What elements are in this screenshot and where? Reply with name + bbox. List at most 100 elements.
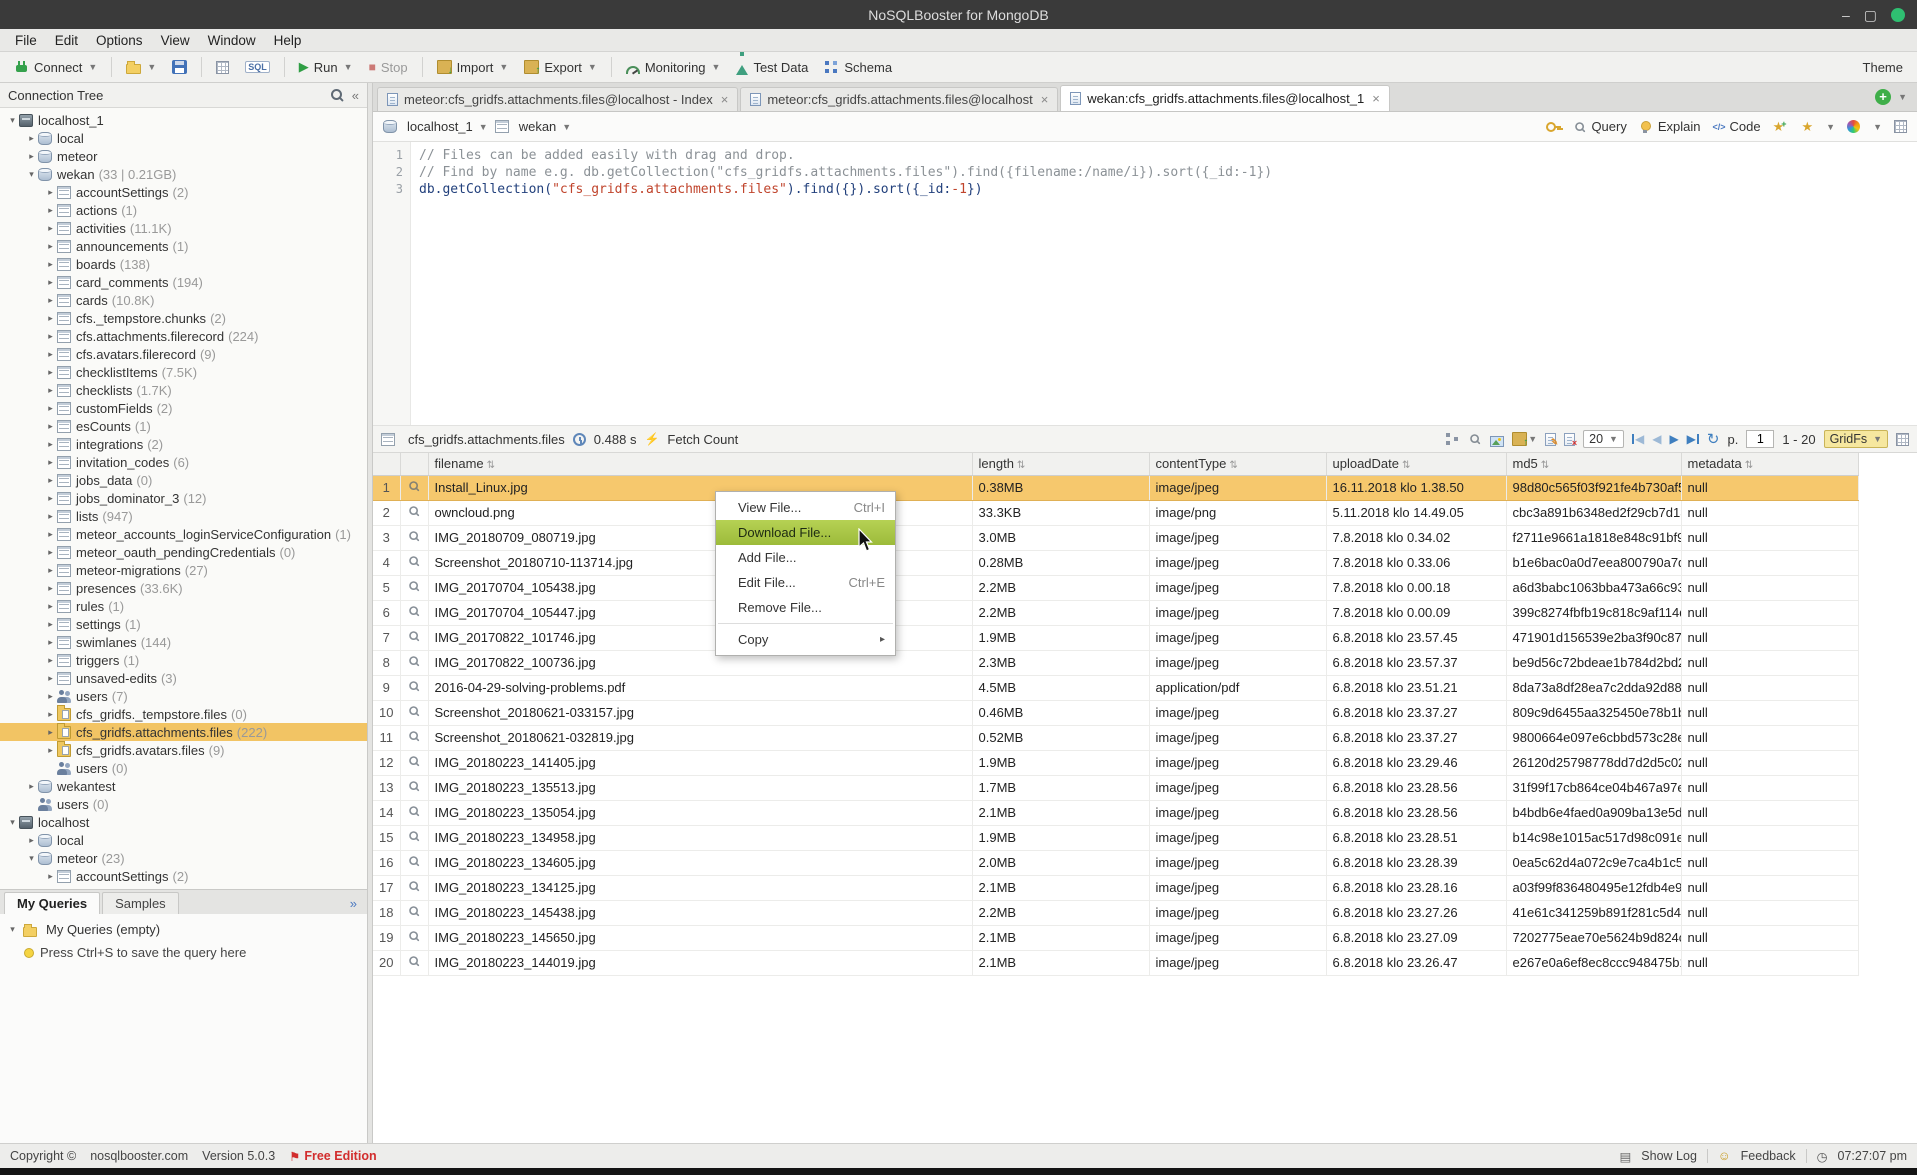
preview-icon[interactable] xyxy=(408,930,419,941)
tree-item-local[interactable]: ▸local xyxy=(0,129,367,147)
tree-toggle-icon[interactable]: ▸ xyxy=(44,439,57,450)
tree-toggle-icon[interactable]: ▸ xyxy=(44,565,57,576)
preview-icon[interactable] xyxy=(408,830,419,841)
menu-help[interactable]: Help xyxy=(265,31,311,50)
tree-toggle-icon[interactable]: ▸ xyxy=(44,475,57,486)
code-area[interactable]: // Files can be added easily with drag a… xyxy=(411,142,1272,425)
tree-toggle-icon[interactable]: ▸ xyxy=(44,187,57,198)
fetch-count-button[interactable]: Fetch Count xyxy=(667,432,738,447)
tree-toggle-icon[interactable]: ▸ xyxy=(25,133,38,144)
tree-toggle-icon[interactable]: ▸ xyxy=(44,277,57,288)
table-row[interactable]: 4Screenshot_20180710-113714.jpg0.28MBima… xyxy=(373,550,1858,575)
sort-icon[interactable]: ⇅ xyxy=(487,460,495,471)
tree-item-lists[interactable]: ▸lists(947) xyxy=(0,507,367,525)
preview-icon[interactable] xyxy=(408,555,419,566)
tree-item-meteor[interactable]: ▸meteor xyxy=(0,147,367,165)
my-queries-root[interactable]: ▾ My Queries (empty) xyxy=(6,922,361,937)
preview-icon[interactable] xyxy=(408,805,419,816)
context-menu-item[interactable]: Copy▸ xyxy=(716,627,895,652)
tree-item-cfs_gridfs.avatars.files[interactable]: ▸cfs_gridfs.avatars.files(9) xyxy=(0,741,367,759)
tree-toggle-icon[interactable]: ▸ xyxy=(44,367,57,378)
run-button[interactable]: ▶ Run▼ xyxy=(293,56,359,78)
sort-icon[interactable]: ⇅ xyxy=(1229,460,1237,471)
tree-item-swimlanes[interactable]: ▸swimlanes(144) xyxy=(0,633,367,651)
tree-item-settings[interactable]: ▸settings(1) xyxy=(0,615,367,633)
preview-icon[interactable] xyxy=(408,480,419,491)
table-row[interactable]: 20IMG_20180223_144019.jpg2.1MBimage/jpeg… xyxy=(373,950,1858,975)
tree-toggle-icon[interactable]: ▸ xyxy=(44,619,57,630)
sort-icon[interactable]: ⇅ xyxy=(1017,460,1025,471)
tree-item-esCounts[interactable]: ▸esCounts(1) xyxy=(0,417,367,435)
tab-close-icon[interactable]: × xyxy=(1041,92,1049,107)
table-row[interactable]: 3IMG_20180709_080719.jpg3.0MBimage/jpeg7… xyxy=(373,525,1858,550)
preview-icon[interactable] xyxy=(408,530,419,541)
table-row[interactable]: 2owncloud.png33.3KBimage/png5.11.2018 kl… xyxy=(373,500,1858,525)
column-header-uploadDate[interactable]: uploadDate⇅ xyxy=(1326,453,1506,475)
save-button[interactable] xyxy=(166,57,193,77)
monitoring-button[interactable]: Monitoring▼ xyxy=(620,57,727,78)
lightning-icon[interactable]: ⚡ xyxy=(644,432,659,446)
favorite-icon[interactable]: ★ xyxy=(1802,119,1814,135)
tree-toggle-icon[interactable]: ▾ xyxy=(25,853,38,864)
tab-my-queries[interactable]: My Queries xyxy=(4,892,100,914)
column-header-metadata[interactable]: metadata⇅ xyxy=(1681,453,1858,475)
tree-item-unsaved-edits[interactable]: ▸unsaved-edits(3) xyxy=(0,669,367,687)
tree-item-cfs._tempstore.chunks[interactable]: ▸cfs._tempstore.chunks(2) xyxy=(0,309,367,327)
tree-toggle-icon[interactable]: ▸ xyxy=(44,691,57,702)
table-row[interactable]: 8IMG_20170822_100736.jpg2.3MBimage/jpeg6… xyxy=(373,650,1858,675)
table-row[interactable]: 16IMG_20180223_134605.jpg2.0MBimage/jpeg… xyxy=(373,850,1858,875)
preview-icon[interactable] xyxy=(408,755,419,766)
grid-settings-icon[interactable] xyxy=(1896,433,1909,446)
tree-toggle-icon[interactable]: ▸ xyxy=(44,727,57,738)
menu-options[interactable]: Options xyxy=(87,31,152,50)
explain-button[interactable]: Explain xyxy=(1639,119,1701,134)
preview-icon[interactable] xyxy=(408,505,419,516)
view-mode-select[interactable]: GridFs▼ xyxy=(1824,430,1888,448)
tree-toggle-icon[interactable]: ▾ xyxy=(6,817,19,828)
tree-toggle-icon[interactable]: ▸ xyxy=(44,421,57,432)
tree-item-cfs.attachments.filerecord[interactable]: ▸cfs.attachments.filerecord(224) xyxy=(0,327,367,345)
tree-item-localhost[interactable]: ▾localhost xyxy=(0,813,367,831)
tree-toggle-icon[interactable]: ▸ xyxy=(44,259,57,270)
query-button[interactable]: Query xyxy=(1573,119,1626,134)
stop-button[interactable]: ■ Stop xyxy=(363,57,414,78)
tree-item-cfs_gridfs._tempstore.files[interactable]: ▸cfs_gridfs._tempstore.files(0) xyxy=(0,705,367,723)
tree-toggle-icon[interactable]: ▸ xyxy=(44,673,57,684)
feedback-button[interactable]: Feedback xyxy=(1741,1149,1796,1163)
table-row[interactable]: 14IMG_20180223_135054.jpg2.1MBimage/jpeg… xyxy=(373,800,1858,825)
export-results-button[interactable]: ▼ xyxy=(1512,432,1537,446)
context-menu-item[interactable]: Remove File... xyxy=(716,595,895,620)
tree-item-jobs_data[interactable]: ▸jobs_data(0) xyxy=(0,471,367,489)
table-row[interactable]: 6IMG_20170704_105447.jpg2.2MBimage/jpeg7… xyxy=(373,600,1858,625)
tree-item-announcements[interactable]: ▸announcements(1) xyxy=(0,237,367,255)
database-selector[interactable]: localhost_1 ▼ xyxy=(383,119,488,134)
menu-edit[interactable]: Edit xyxy=(46,31,87,50)
chevron-down-icon[interactable]: ▼ xyxy=(1826,122,1835,132)
test-data-button[interactable]: Test Data xyxy=(730,57,814,78)
prev-page-button[interactable]: ◀ xyxy=(1652,432,1661,446)
tree-toggle-icon[interactable]: ▸ xyxy=(44,547,57,558)
column-header-md5[interactable]: md5⇅ xyxy=(1506,453,1681,475)
tree-toggle-icon[interactable]: ▸ xyxy=(44,871,57,882)
preview-icon[interactable] xyxy=(408,630,419,641)
tree-toggle-icon[interactable]: ▸ xyxy=(44,349,57,360)
maximize-button[interactable]: ▢ xyxy=(1864,8,1877,22)
chevron-down-icon[interactable]: ▼ xyxy=(1873,122,1882,132)
tree-toggle-icon[interactable]: ▸ xyxy=(44,331,57,342)
tree-item-boards[interactable]: ▸boards(138) xyxy=(0,255,367,273)
tree-item-meteor-migrations[interactable]: ▸meteor-migrations(27) xyxy=(0,561,367,579)
tree-item-wekan[interactable]: ▾wekan(33 | 0.21GB) xyxy=(0,165,367,183)
tree-toggle-icon[interactable]: ▸ xyxy=(44,223,57,234)
context-menu-item[interactable]: View File...Ctrl+I xyxy=(716,495,895,520)
tree-toggle-icon[interactable]: ▸ xyxy=(44,313,57,324)
menu-window[interactable]: Window xyxy=(199,31,265,50)
tree-item-users[interactable]: ▸users(7) xyxy=(0,687,367,705)
tree-item-triggers[interactable]: ▸triggers(1) xyxy=(0,651,367,669)
close-button[interactable] xyxy=(1891,8,1905,22)
new-tab-button[interactable]: + xyxy=(1875,89,1891,105)
tree-toggle-icon[interactable]: ▸ xyxy=(44,709,57,720)
page-input[interactable] xyxy=(1746,430,1774,448)
table-row[interactable]: 7IMG_20170822_101746.jpg1.9MBimage/jpeg6… xyxy=(373,625,1858,650)
tree-item-local[interactable]: ▸local xyxy=(0,831,367,849)
table-row[interactable]: 1Install_Linux.jpg0.38MBimage/jpeg16.11.… xyxy=(373,475,1858,500)
